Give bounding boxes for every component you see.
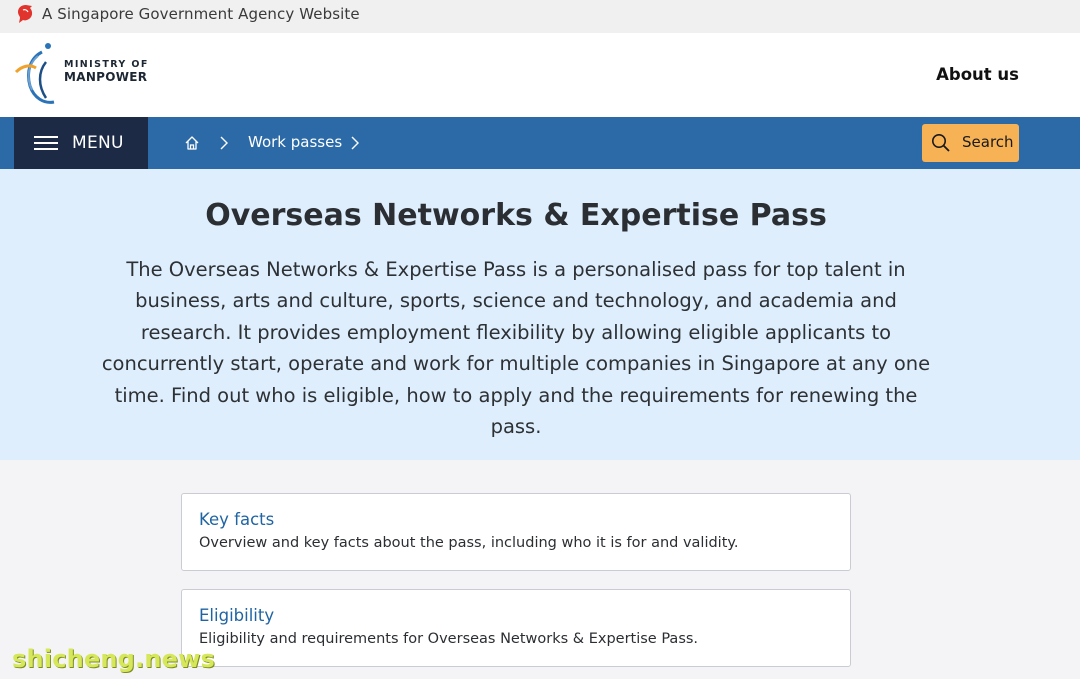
chevron-right-icon bbox=[220, 136, 228, 150]
page-description: The Overseas Networks & Expertise Pass i… bbox=[101, 258, 931, 439]
card-title-link[interactable]: Eligibility bbox=[199, 606, 274, 625]
card-description: Overview and key facts about the pass, i… bbox=[199, 535, 739, 551]
card-title-link[interactable]: Key facts bbox=[199, 510, 274, 529]
lion-head-icon bbox=[18, 5, 33, 23]
gov-masthead: A Singapore Government Agency Website bbox=[0, 0, 1080, 33]
menu-button[interactable]: MENU bbox=[14, 117, 148, 169]
chevron-right-icon bbox=[351, 136, 359, 150]
watermark-text: shicheng.news bbox=[12, 645, 215, 673]
mom-logo-text[interactable]: MINISTRY OF MANPOWER bbox=[64, 58, 149, 84]
logo-line-2: MANPOWER bbox=[64, 70, 148, 84]
page-title: Overseas Networks & Expertise Pass bbox=[205, 198, 827, 233]
card-eligibility[interactable]: Eligibility Eligibility and requirements… bbox=[181, 589, 851, 667]
menu-label: MENU bbox=[72, 133, 124, 153]
search-label: Search bbox=[962, 133, 1014, 151]
site-header: MINISTRY OF MANPOWER About us bbox=[0, 33, 1080, 117]
gov-agency-text: A Singapore Government Agency Website bbox=[42, 5, 360, 23]
main-nav-bar: MENU bbox=[0, 117, 1080, 169]
search-button[interactable]: Search bbox=[922, 124, 1019, 162]
about-us-link[interactable]: About us bbox=[936, 65, 1019, 84]
search-icon bbox=[932, 134, 950, 152]
hamburger-icon bbox=[34, 136, 58, 150]
mom-logo-icon[interactable] bbox=[12, 42, 62, 108]
card-key-facts[interactable]: Key facts Overview and key facts about t… bbox=[181, 493, 851, 571]
breadcrumb-work-passes[interactable]: Work passes bbox=[248, 133, 342, 151]
card-description: Eligibility and requirements for Oversea… bbox=[199, 631, 699, 647]
home-icon[interactable] bbox=[184, 135, 200, 151]
